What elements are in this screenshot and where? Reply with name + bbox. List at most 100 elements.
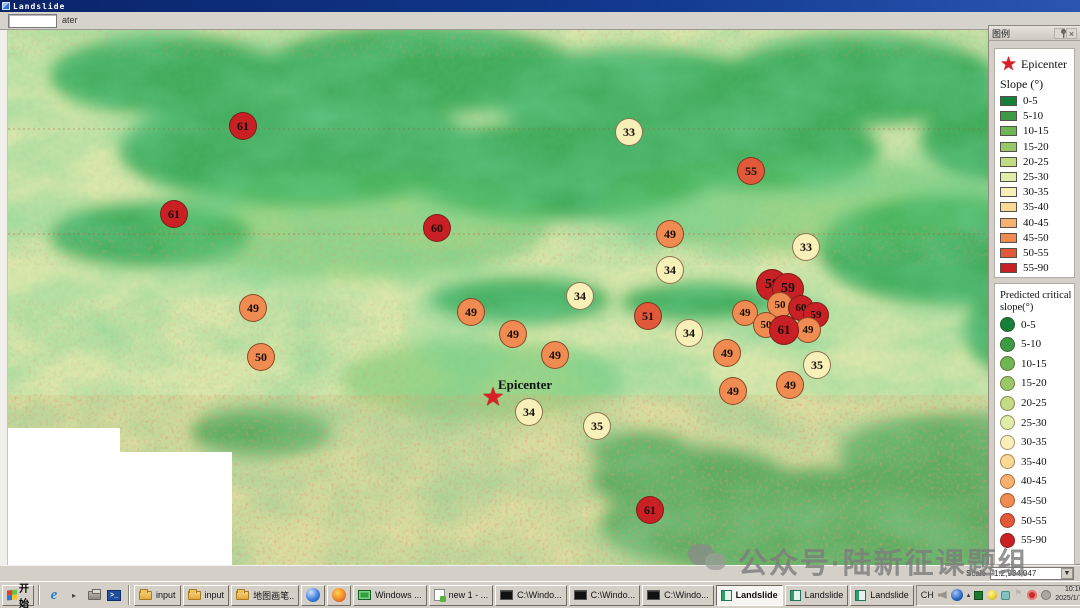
taskbar-button-label: new 1 - ... <box>449 590 489 600</box>
legend-swatch <box>1000 96 1017 106</box>
taskbar-button-new-1-[interactable]: new 1 - ... <box>429 585 494 606</box>
app-icon <box>2 2 10 10</box>
legend-bin-label: 20-25 <box>1021 397 1047 409</box>
legend-row: 5-10 <box>1000 110 1074 122</box>
legend-circle-swatch <box>1000 337 1015 352</box>
flag-icon[interactable] <box>1014 590 1023 600</box>
taskbar-button-firefox[interactable] <box>327 585 351 606</box>
legend-swatch <box>1000 202 1017 212</box>
legend-swatch <box>1000 218 1017 228</box>
legend-panel: 图例 × ★ Epicenter Slope (°) 0-55-1010-151… <box>988 25 1080 565</box>
scale-combobox[interactable]: 1:2,934,047 ▼ <box>990 567 1074 580</box>
slope-marker: 34 <box>566 282 594 310</box>
window-title: Landslide <box>13 2 65 11</box>
legend-row: 25-30 <box>1000 415 1074 430</box>
slope-marker: 33 <box>615 118 643 146</box>
legend-swatch <box>1000 172 1017 182</box>
legend-bin-label: 55-90 <box>1023 262 1049 274</box>
application-window: Landslide ater <box>0 0 1080 608</box>
terrain-raster <box>8 30 1080 565</box>
printer-icon[interactable] <box>84 585 104 605</box>
layer-combobox[interactable] <box>8 14 57 28</box>
qarrow-icon[interactable]: ▸ <box>64 585 84 605</box>
slope-marker: 34 <box>515 398 543 426</box>
title-bar: Landslide <box>0 0 1080 12</box>
legend-row: 20-25 <box>1000 396 1074 411</box>
legend-row: 15-20 <box>1000 376 1074 391</box>
legend-row: 40-45 <box>1000 217 1074 229</box>
legend-swatch <box>1000 111 1017 121</box>
teal-dot-icon[interactable] <box>1001 591 1010 600</box>
taskbar-button-c-windo-[interactable]: C:\Windo... <box>495 585 567 606</box>
legend-circle-swatch <box>1000 317 1015 332</box>
legend-bin-label: 0-5 <box>1021 319 1036 331</box>
folder-icon <box>188 591 201 600</box>
taskbar-button-label: Landslide <box>736 590 778 600</box>
taskbar-button-c-windo-[interactable]: C:\Windo... <box>642 585 714 606</box>
legend-swatch <box>1000 248 1017 258</box>
critical-slope-legend: Predicted critical slope(°) 0-55-1010-15… <box>994 283 1075 565</box>
taskbar-button-input[interactable]: input <box>183 585 230 606</box>
epicenter-legend-star-icon: ★ <box>1000 55 1017 74</box>
chevron-down-icon[interactable]: ▼ <box>1061 568 1073 579</box>
ie-icon[interactable]: e <box>44 585 64 605</box>
slope-marker: 33 <box>792 233 820 261</box>
taskbar-button--[interactable]: 地图画笔.. <box>231 585 299 606</box>
taskbar-button-blue-orb[interactable] <box>301 585 325 606</box>
legend-bin-label: 15-20 <box>1023 141 1049 153</box>
taskbar-button-input[interactable]: input <box>134 585 181 606</box>
legend-bin-label: 15-20 <box>1021 377 1047 389</box>
legend-circle-swatch <box>1000 376 1015 391</box>
legend-bin-label: 30-35 <box>1023 186 1049 198</box>
powershell-icon[interactable]: >_ <box>104 585 124 605</box>
pin-icon[interactable] <box>1054 28 1065 39</box>
globe-icon[interactable] <box>951 589 963 601</box>
legend-row: 0-5 <box>1000 95 1074 107</box>
slope-marker: 35 <box>583 412 611 440</box>
folder-icon <box>236 591 249 600</box>
taskbar-button-label: 地图画笔.. <box>253 589 294 602</box>
legend-row: 50-55 <box>1000 513 1074 528</box>
slope-marker: 61 <box>229 112 257 140</box>
legend-circle-swatch <box>1000 435 1015 450</box>
taskbar-button-label: input <box>205 590 225 600</box>
language-indicator[interactable]: CH <box>921 590 934 600</box>
caret-icon[interactable]: ▴ <box>967 591 971 599</box>
legend-bin-label: 5-10 <box>1021 338 1041 350</box>
legend-panel-header[interactable]: 图例 × <box>989 26 1080 41</box>
speaker-icon[interactable] <box>938 591 947 599</box>
taskbar-button-label: Landslide <box>870 590 909 600</box>
close-icon[interactable]: × <box>1066 28 1077 39</box>
taskbar-button-landslide[interactable]: Landslide <box>785 585 849 606</box>
legend-row: 30-35 <box>1000 435 1074 450</box>
green-sq-icon[interactable] <box>974 591 983 600</box>
red-dot-icon[interactable] <box>1027 590 1037 600</box>
legend-row: 35-40 <box>1000 454 1074 469</box>
legend-circle-swatch <box>1000 396 1015 411</box>
cmd-icon <box>647 590 660 600</box>
slope-marker: 49 <box>541 341 569 369</box>
legend-bin-label: 40-45 <box>1023 217 1049 229</box>
legend-bin-label: 50-55 <box>1021 515 1047 527</box>
scale-value: 1:2,934,047 <box>991 569 1061 578</box>
legend-row: 25-30 <box>1000 171 1074 183</box>
taskbar-button-landslide[interactable]: Landslide <box>716 585 783 606</box>
legend-bin-label: 0-5 <box>1023 95 1038 107</box>
taskbar-button-label: Landslide <box>805 590 844 600</box>
taskbar-button-c-windo-[interactable]: C:\Windo... <box>569 585 641 606</box>
taskbar-button-landslide[interactable]: Landslide <box>850 585 914 606</box>
epicenter-label: Epicenter <box>498 377 552 393</box>
legend-circle-swatch <box>1000 513 1015 528</box>
gray-dot-icon[interactable] <box>1041 590 1051 600</box>
start-button[interactable]: 开始 <box>2 585 34 606</box>
slope-marker: 61 <box>636 496 664 524</box>
legend-bin-label: 30-35 <box>1021 436 1047 448</box>
slope-marker: 34 <box>675 319 703 347</box>
yellow-dot-icon[interactable] <box>987 590 997 600</box>
slope-marker: 49 <box>499 320 527 348</box>
clock[interactable]: 10:16 2025/1/7 <box>1055 586 1080 604</box>
taskbar-button-windows-[interactable]: Windows ... <box>353 585 427 606</box>
legend-circle-swatch <box>1000 454 1015 469</box>
legend-bin-label: 40-45 <box>1021 475 1047 487</box>
landslide-icon <box>721 590 732 601</box>
